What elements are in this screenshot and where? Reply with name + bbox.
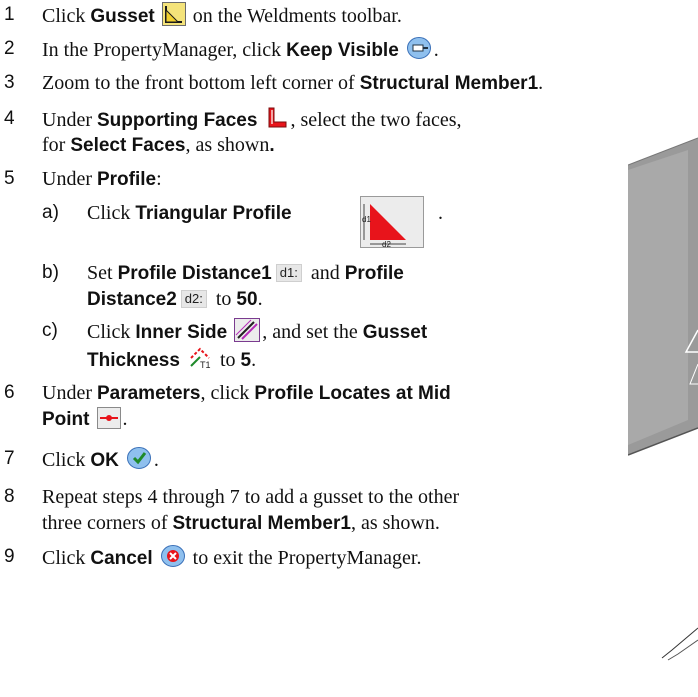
step-number: 1 (4, 4, 15, 25)
gusset-icon (161, 2, 186, 33)
ok-icon (126, 446, 152, 477)
structural-member-illustration (627, 0, 698, 692)
svg-text:T1: T1 (200, 360, 211, 370)
profile-distance1-tag: d1: (275, 264, 302, 282)
substep-a-period: . (438, 202, 443, 224)
mid-point-icon (96, 407, 121, 436)
triangular-profile-icon: d1 d2 (360, 196, 424, 253)
d1-label: d1 (362, 215, 371, 224)
pushpin-icon (406, 36, 432, 67)
gusset-term: Gusset (90, 6, 155, 27)
thickness-icon: T1 (187, 344, 213, 377)
d2-label: d2 (382, 240, 391, 248)
profile-distance2-tag: d2: (180, 290, 207, 308)
cancel-icon (160, 544, 186, 575)
